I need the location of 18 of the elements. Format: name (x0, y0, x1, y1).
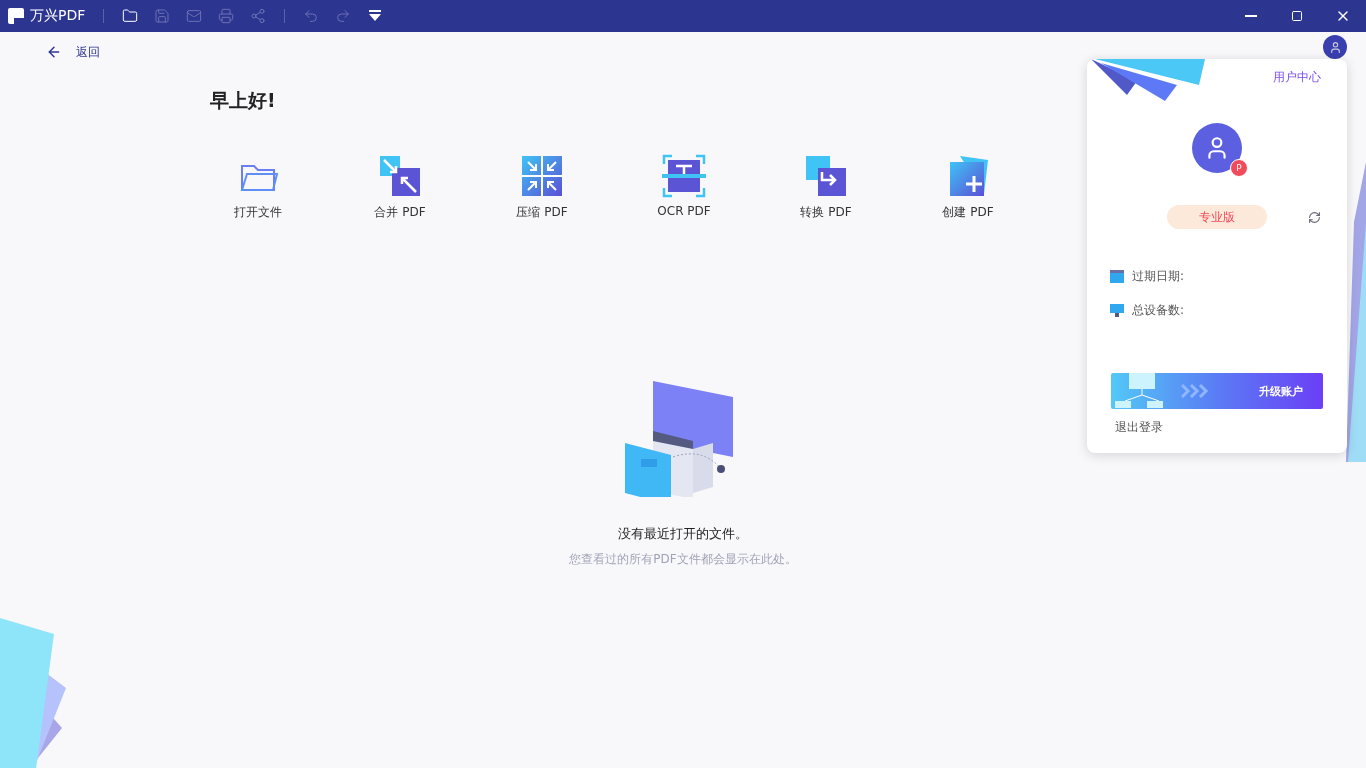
empty-title: 没有最近打开的文件。 (618, 525, 748, 543)
pro-badge: P (1230, 159, 1248, 177)
greeting: 早上好! (210, 88, 277, 113)
action-button[interactable]: 合并 PDF (329, 154, 471, 221)
upgrade-button[interactable]: 升级账户 (1111, 373, 1323, 409)
action-button[interactable]: 转换 PDF (755, 154, 897, 221)
logout-button[interactable]: 退出登录 (1115, 419, 1163, 436)
info-label: 总设备数: (1132, 301, 1185, 319)
back-button[interactable]: 返回 (46, 43, 100, 61)
action-button[interactable]: OCR PDF (613, 154, 755, 221)
action-button[interactable]: 压缩 PDF (471, 154, 613, 221)
action-button[interactable]: 打开文件 (187, 154, 329, 221)
info-label: 过期日期: (1132, 267, 1185, 285)
empty-subtitle: 您查看过的所有PDF文件都会显示在此处。 (569, 551, 797, 568)
action-button[interactable]: 创建 PDF (897, 154, 1039, 221)
plan-badge: 专业版 (1167, 205, 1267, 229)
app-name: 万兴PDF (30, 7, 86, 25)
user-center-link[interactable]: 用户中心 (1273, 69, 1321, 86)
